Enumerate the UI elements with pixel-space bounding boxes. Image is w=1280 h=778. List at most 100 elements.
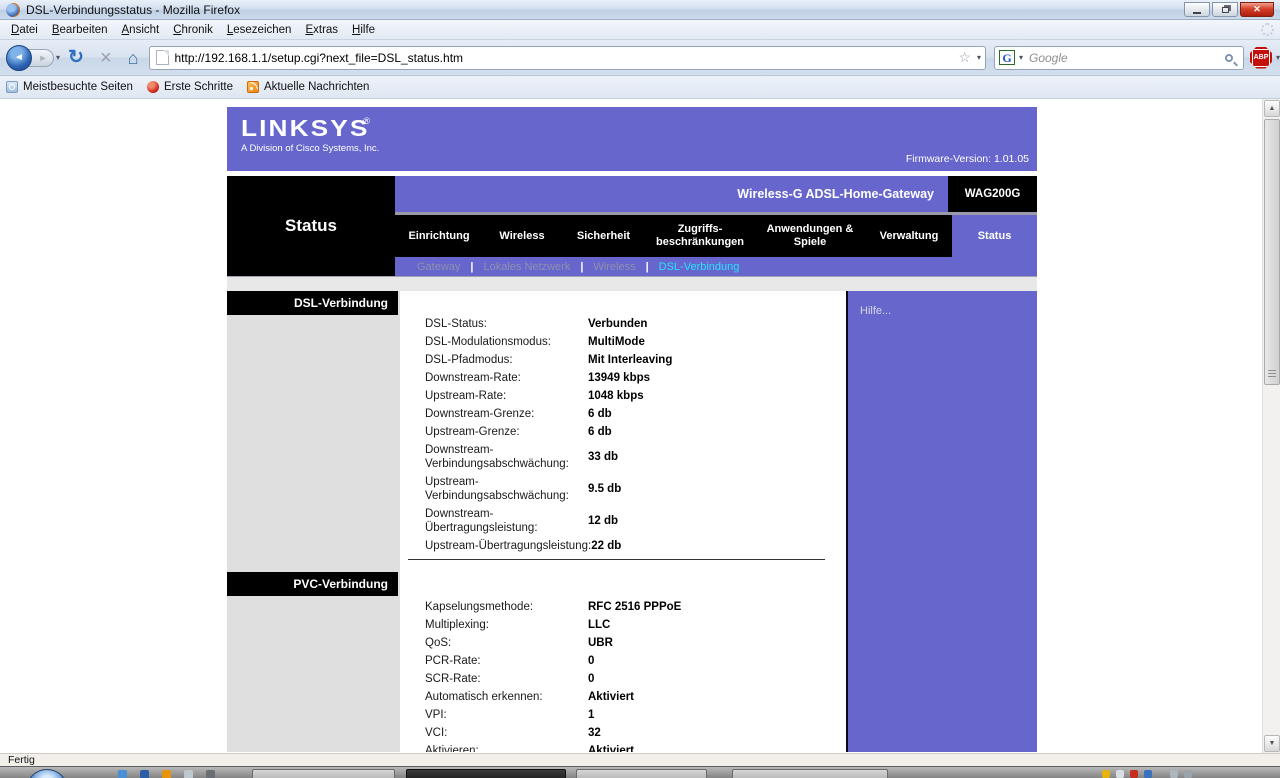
dsl-rows: DSL-Status:VerbundenDSL-Modulationsmodus… [425,317,846,553]
status-row: Downstream-Rate:13949 kbps [425,371,846,385]
linksys-header: LINKSYS® A Division of Cisco Systems, In… [227,107,1037,171]
reload-button[interactable]: ↻ [68,48,84,67]
taskbar-window-button[interactable] [732,769,888,778]
row-value: Verbunden [588,318,647,330]
url-input[interactable] [175,51,955,65]
status-row: Upstream-Rate:1048 kbps [425,389,846,403]
subnav-gateway[interactable]: Gateway [417,261,460,273]
vertical-scrollbar[interactable]: ▲ ▼ [1262,99,1280,753]
bookmark-label: Aktuelle Nachrichten [264,81,369,93]
help-link[interactable]: Hilfe... [848,291,1037,317]
quicklaunch-icon[interactable] [184,770,193,778]
bookmark-erste-schritte[interactable]: Erste Schritte [147,81,233,93]
taskbar-window-button-active[interactable] [406,769,566,778]
status-row: Automatisch erkennen:Aktiviert [425,690,846,704]
status-row: Downstream-Grenze:6 db [425,407,846,421]
product-bar: Wireless-G ADSL-Home-Gateway [395,176,948,212]
subnav-dsl-verbindung[interactable]: DSL-Verbindung [659,261,740,273]
status-row: VPI:1 [425,708,846,722]
content-area: DSL-Verbindung PVC-Verbindung DSL-Status… [227,291,1037,752]
divider-strip [227,276,1037,291]
quicklaunch-icon[interactable] [162,770,171,778]
tray-icon[interactable] [1102,770,1110,778]
search-bar[interactable]: G ▾ [994,46,1244,70]
url-dropdown-icon[interactable]: ▾ [977,53,981,62]
start-button[interactable] [26,769,68,778]
subnav-separator: | [470,261,473,273]
pvc-rows: Kapselungsmethode:RFC 2516 PPPoEMultiple… [425,600,846,752]
close-button[interactable]: ✕ [1240,2,1274,17]
search-icon[interactable] [1225,54,1233,62]
firefox-icon [6,3,20,17]
navigation-toolbar: ◄ ► ▾ ↻ × ⌂ ☆ ▾ G ▾ ABP ▾ [0,40,1280,76]
bookmark-meistbesuchte-seiten[interactable]: Meistbesuchte Seiten [6,81,133,93]
menu-extras[interactable]: Extras [298,22,345,38]
row-label: DSL-Pfadmodus: [425,353,588,367]
subnav-wireless[interactable]: Wireless [593,261,635,273]
menu-ansicht[interactable]: Ansicht [115,22,167,38]
row-value: 12 db [588,515,618,527]
status-row: Downstream- Übertragungsleistung:12 db [425,507,846,535]
status-row: SCR-Rate:0 [425,672,846,686]
scroll-up-icon[interactable]: ▲ [1264,100,1280,117]
menu-datei[interactable]: Datei [4,22,45,38]
subnav-separator: | [580,261,583,273]
row-value: Mit Interleaving [588,354,672,366]
home-button[interactable]: ⌂ [128,49,139,67]
tab-verwaltung[interactable]: Verwaltung [866,215,952,257]
tab-einrichtung[interactable]: Einrichtung [395,215,483,257]
tray-icon[interactable] [1144,770,1152,778]
menu-bearbeiten[interactable]: Bearbeiten [45,22,115,38]
quicklaunch-icon[interactable] [206,770,215,778]
window-titlebar[interactable]: DSL-Verbindungsstatus - Mozilla Firefox … [0,0,1280,20]
row-label: Automatisch erkennen: [425,690,588,704]
tab-label: Zugriffs- beschränkungen [656,223,744,249]
stop-button[interactable]: × [100,48,112,68]
scroll-down-icon[interactable]: ▼ [1264,735,1280,752]
back-button[interactable]: ◄ [6,45,32,71]
history-dropdown-icon[interactable]: ▾ [56,53,60,62]
status-row: VCI:32 [425,726,846,740]
sidebar-label-dsl: DSL-Verbindung [227,291,398,315]
page-title: Status [285,216,337,236]
tab-sicherheit[interactable]: Sicherheit [561,215,646,257]
row-value: Aktiviert [588,691,634,703]
menu-hilfe[interactable]: Hilfe [345,22,382,38]
subnav-lokales-netzwerk[interactable]: Lokales Netzwerk [484,261,571,273]
status-row: Multiplexing:LLC [425,618,846,632]
bookmark-star-icon[interactable]: ☆ [958,49,971,66]
search-input[interactable] [1023,51,1225,65]
tab-status[interactable]: Status [952,215,1037,257]
row-value: 6 db [588,426,612,438]
row-value: 0 [588,655,594,667]
status-row: DSL-Pfadmodus:Mit Interleaving [425,353,846,367]
tab-anwendungen-spiele[interactable]: Anwendungen & Spiele [754,215,866,257]
windows-taskbar[interactable] [0,766,1280,778]
quicklaunch-icon[interactable] [140,770,149,778]
adblock-dropdown-icon[interactable]: ▾ [1276,53,1280,62]
rss-icon [247,81,259,93]
taskbar-window-button[interactable] [576,769,707,778]
search-engine-icon[interactable]: G [999,50,1015,65]
adblock-plus-icon[interactable]: ABP [1250,47,1272,69]
url-bar[interactable]: ☆ ▾ [149,46,986,70]
menu-lesezeichen[interactable]: Lesezeichen [220,22,299,38]
row-label: SCR-Rate: [425,672,588,686]
tab-wireless[interactable]: Wireless [483,215,561,257]
quicklaunch-icon[interactable] [118,770,127,778]
restore-button[interactable] [1212,2,1238,17]
taskbar-window-button[interactable] [252,769,395,778]
minimize-button[interactable] [1184,2,1210,17]
menu-chronik[interactable]: Chronik [166,22,220,38]
tray-icon[interactable] [1116,770,1124,778]
scrollbar-thumb[interactable] [1264,119,1280,385]
tray-icon[interactable] [1170,770,1178,778]
status-row: Upstream- Verbindungsabschwächung:9.5 db [425,475,846,503]
router-status-page: LINKSYS® A Division of Cisco Systems, In… [227,107,1037,753]
tray-icon[interactable] [1130,770,1138,778]
row-label: VCI: [425,726,588,740]
tray-icon[interactable] [1184,770,1192,778]
sub-nav: Gateway|Lokales Netzwerk|Wireless|DSL-Ve… [395,257,1037,276]
tab-zugriffs-beschr-nkungen[interactable]: Zugriffs- beschränkungen [646,215,754,257]
bookmark-aktuelle-nachrichten[interactable]: Aktuelle Nachrichten [247,81,369,93]
